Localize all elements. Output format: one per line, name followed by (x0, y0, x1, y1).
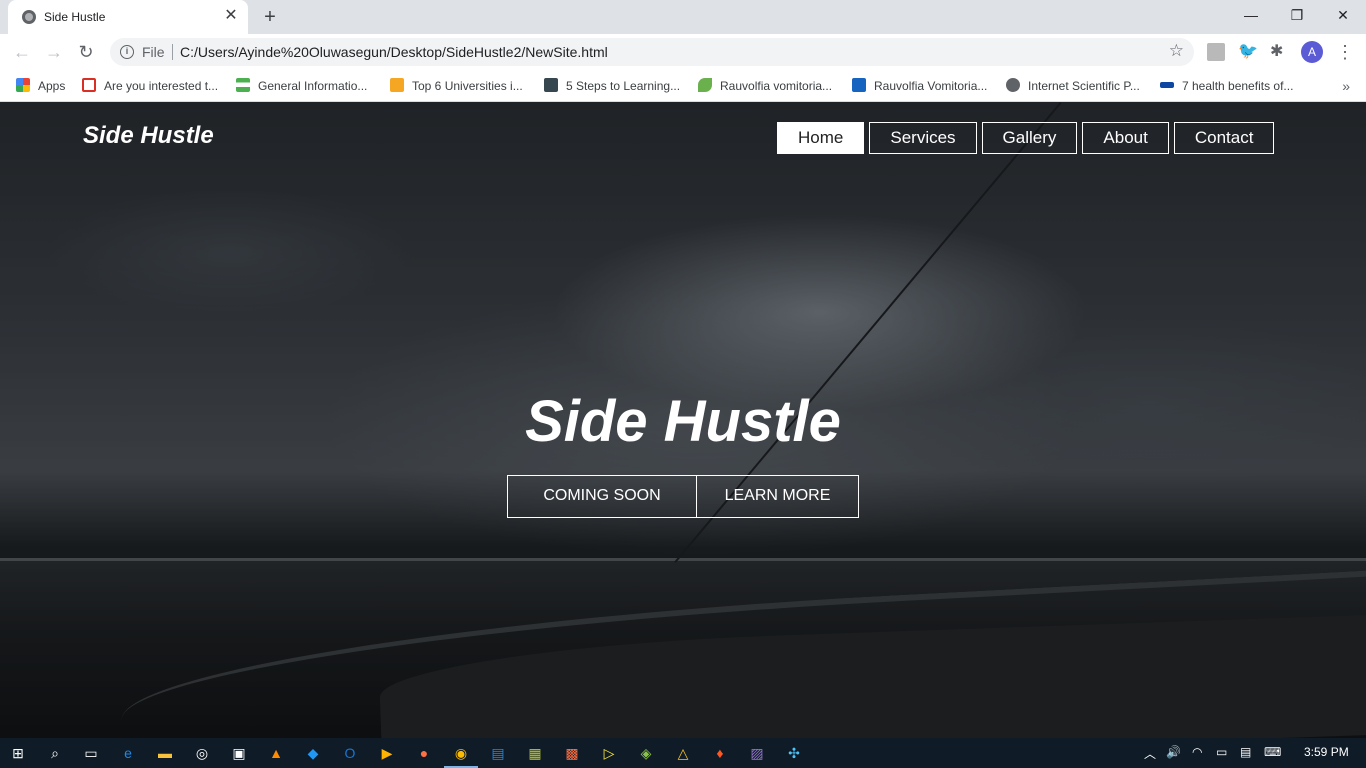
bookmark-item[interactable]: Are you interested t... (82, 76, 218, 96)
leaf-icon (698, 78, 712, 92)
nav-services[interactable]: Services (869, 122, 977, 154)
nav-contact[interactable]: Contact (1173, 122, 1275, 154)
learn-more-button[interactable]: LEARN MORE (697, 475, 859, 518)
bookmark-item[interactable]: Apps (16, 76, 65, 96)
new-tab-button[interactable]: + (258, 6, 282, 28)
bookmark-item[interactable]: Rauvolfia vomitoria... (698, 76, 832, 96)
forward-icon[interactable]: → (42, 40, 66, 64)
tray-chevron-icon[interactable]: ︿ (1144, 745, 1156, 762)
browser-tab[interactable]: Side Hustle ✕ (8, 0, 248, 34)
tab-close-icon[interactable]: ✕ (222, 7, 240, 25)
hero-buttons: COMING SOON LEARN MORE (507, 475, 859, 518)
hero-title: Side Hustle (525, 389, 841, 454)
lock-icon (544, 78, 558, 92)
vscode-icon[interactable]: ◆ (302, 742, 324, 764)
globe-icon (22, 10, 36, 24)
twitter-extension-icon[interactable]: 🐦 (1238, 43, 1258, 61)
notification-icon[interactable]: ▤ (1240, 745, 1251, 759)
webmd-icon (852, 78, 866, 92)
nav-gallery[interactable]: Gallery (981, 122, 1078, 154)
url-separator (172, 44, 173, 60)
hero-section: Side Hustle Home Services Gallery About … (0, 102, 1366, 738)
bookmark-item[interactable]: Top 6 Universities i... (390, 76, 523, 96)
kebab-menu-icon[interactable]: ⋮ (1336, 40, 1354, 64)
photo-icon[interactable]: ▨ (746, 742, 768, 764)
office-icon[interactable]: ▩ (561, 742, 583, 764)
bookmark-item[interactable]: General Informatio... (236, 76, 367, 96)
start-icon[interactable]: ⊞ (7, 742, 29, 764)
coming-soon-button[interactable]: COMING SOON (507, 475, 697, 518)
outlook-icon[interactable]: O (339, 742, 361, 764)
apps-grid-icon (16, 78, 30, 92)
bookmark-item[interactable]: Internet Scientific P... (1006, 76, 1140, 96)
word-icon[interactable]: ▤ (487, 742, 509, 764)
store-icon[interactable]: ▣ (228, 742, 250, 764)
globe-icon (1006, 78, 1020, 92)
file-explorer-icon[interactable]: ▬ (154, 742, 176, 764)
pdf-extension-icon[interactable] (1207, 43, 1225, 61)
vlc-icon[interactable]: ▲ (265, 742, 287, 764)
bookmark-item[interactable]: 5 Steps to Learning... (544, 76, 680, 96)
gmail-icon (82, 78, 96, 92)
firefox-icon[interactable]: ● (413, 742, 435, 764)
reload-icon[interactable]: ↻ (74, 40, 98, 64)
bookmark-star-icon[interactable]: ☆ (1169, 41, 1184, 61)
nav-home[interactable]: Home (777, 122, 865, 154)
keyboard-icon[interactable]: ⌨ (1264, 745, 1281, 759)
browser-toolbar: ← → ↻ i File C:/Users/Ayinde%20Oluwasegu… (0, 34, 1366, 70)
site-nav: Home Services Gallery About Contact (777, 122, 1275, 154)
tab-strip: Side Hustle ✕ + — ❐ ✕ (0, 0, 1366, 34)
search-icon[interactable]: ⌕ (44, 742, 66, 764)
back-icon[interactable]: ← (10, 40, 34, 64)
bookmarks-overflow-icon[interactable]: » (1342, 76, 1350, 96)
address-bar[interactable]: i File C:/Users/Ayinde%20Oluwasegun/Desk… (110, 38, 1194, 66)
university-icon (390, 78, 404, 92)
info-icon[interactable]: i (120, 45, 134, 59)
cortana-icon[interactable]: ◎ (191, 742, 213, 764)
bookmark-item[interactable]: Rauvolfia Vomitoria... (852, 76, 987, 96)
volume-icon[interactable]: 🔊 (1166, 745, 1181, 759)
chrome-icon[interactable]: ◉ (444, 742, 478, 768)
app-icon[interactable]: ◈ (635, 742, 657, 764)
taskbar-clock[interactable]: 3:59 PM (1304, 745, 1349, 759)
battery-icon[interactable]: ▭ (1216, 745, 1227, 759)
tab-title: Side Hustle (44, 10, 106, 24)
profile-avatar[interactable]: A (1301, 41, 1323, 63)
slack-icon[interactable]: ✣ (783, 742, 805, 764)
edge-icon[interactable]: e (117, 742, 139, 764)
url-scheme: File (142, 44, 165, 60)
window-close-icon[interactable]: ✕ (1320, 0, 1366, 32)
player-icon[interactable]: ▷ (598, 742, 620, 764)
site-logo[interactable]: Side Hustle (83, 122, 214, 150)
media-icon[interactable]: ▶ (376, 742, 398, 764)
url-text[interactable]: C:/Users/Ayinde%20Oluwasegun/Desktop/Sid… (180, 44, 608, 60)
site-icon (1160, 82, 1174, 88)
extensions-puzzle-icon[interactable]: ✱ (1270, 43, 1288, 61)
brave-icon[interactable]: ♦ (709, 742, 731, 764)
windows-taskbar: ⊞ ⌕ ▭ e ▬ ◎ ▣ ▲ ◆ O ▶ ● ◉ ▤ ▦ ▩ ▷ ◈ △ ♦ … (0, 738, 1366, 768)
minimize-icon[interactable]: — (1228, 0, 1274, 32)
task-view-icon[interactable]: ▭ (80, 742, 102, 764)
bookmarks-bar: Apps Are you interested t... General Inf… (0, 70, 1366, 102)
notepad-icon[interactable]: ▦ (524, 742, 546, 764)
bookmark-item[interactable]: 7 health benefits of... (1160, 76, 1293, 96)
restore-icon[interactable]: ❐ (1274, 0, 1320, 32)
drive-icon[interactable]: △ (672, 742, 694, 764)
flag-icon (236, 78, 250, 92)
nav-about[interactable]: About (1082, 122, 1169, 154)
wifi-icon[interactable]: ◠ (1192, 745, 1202, 759)
